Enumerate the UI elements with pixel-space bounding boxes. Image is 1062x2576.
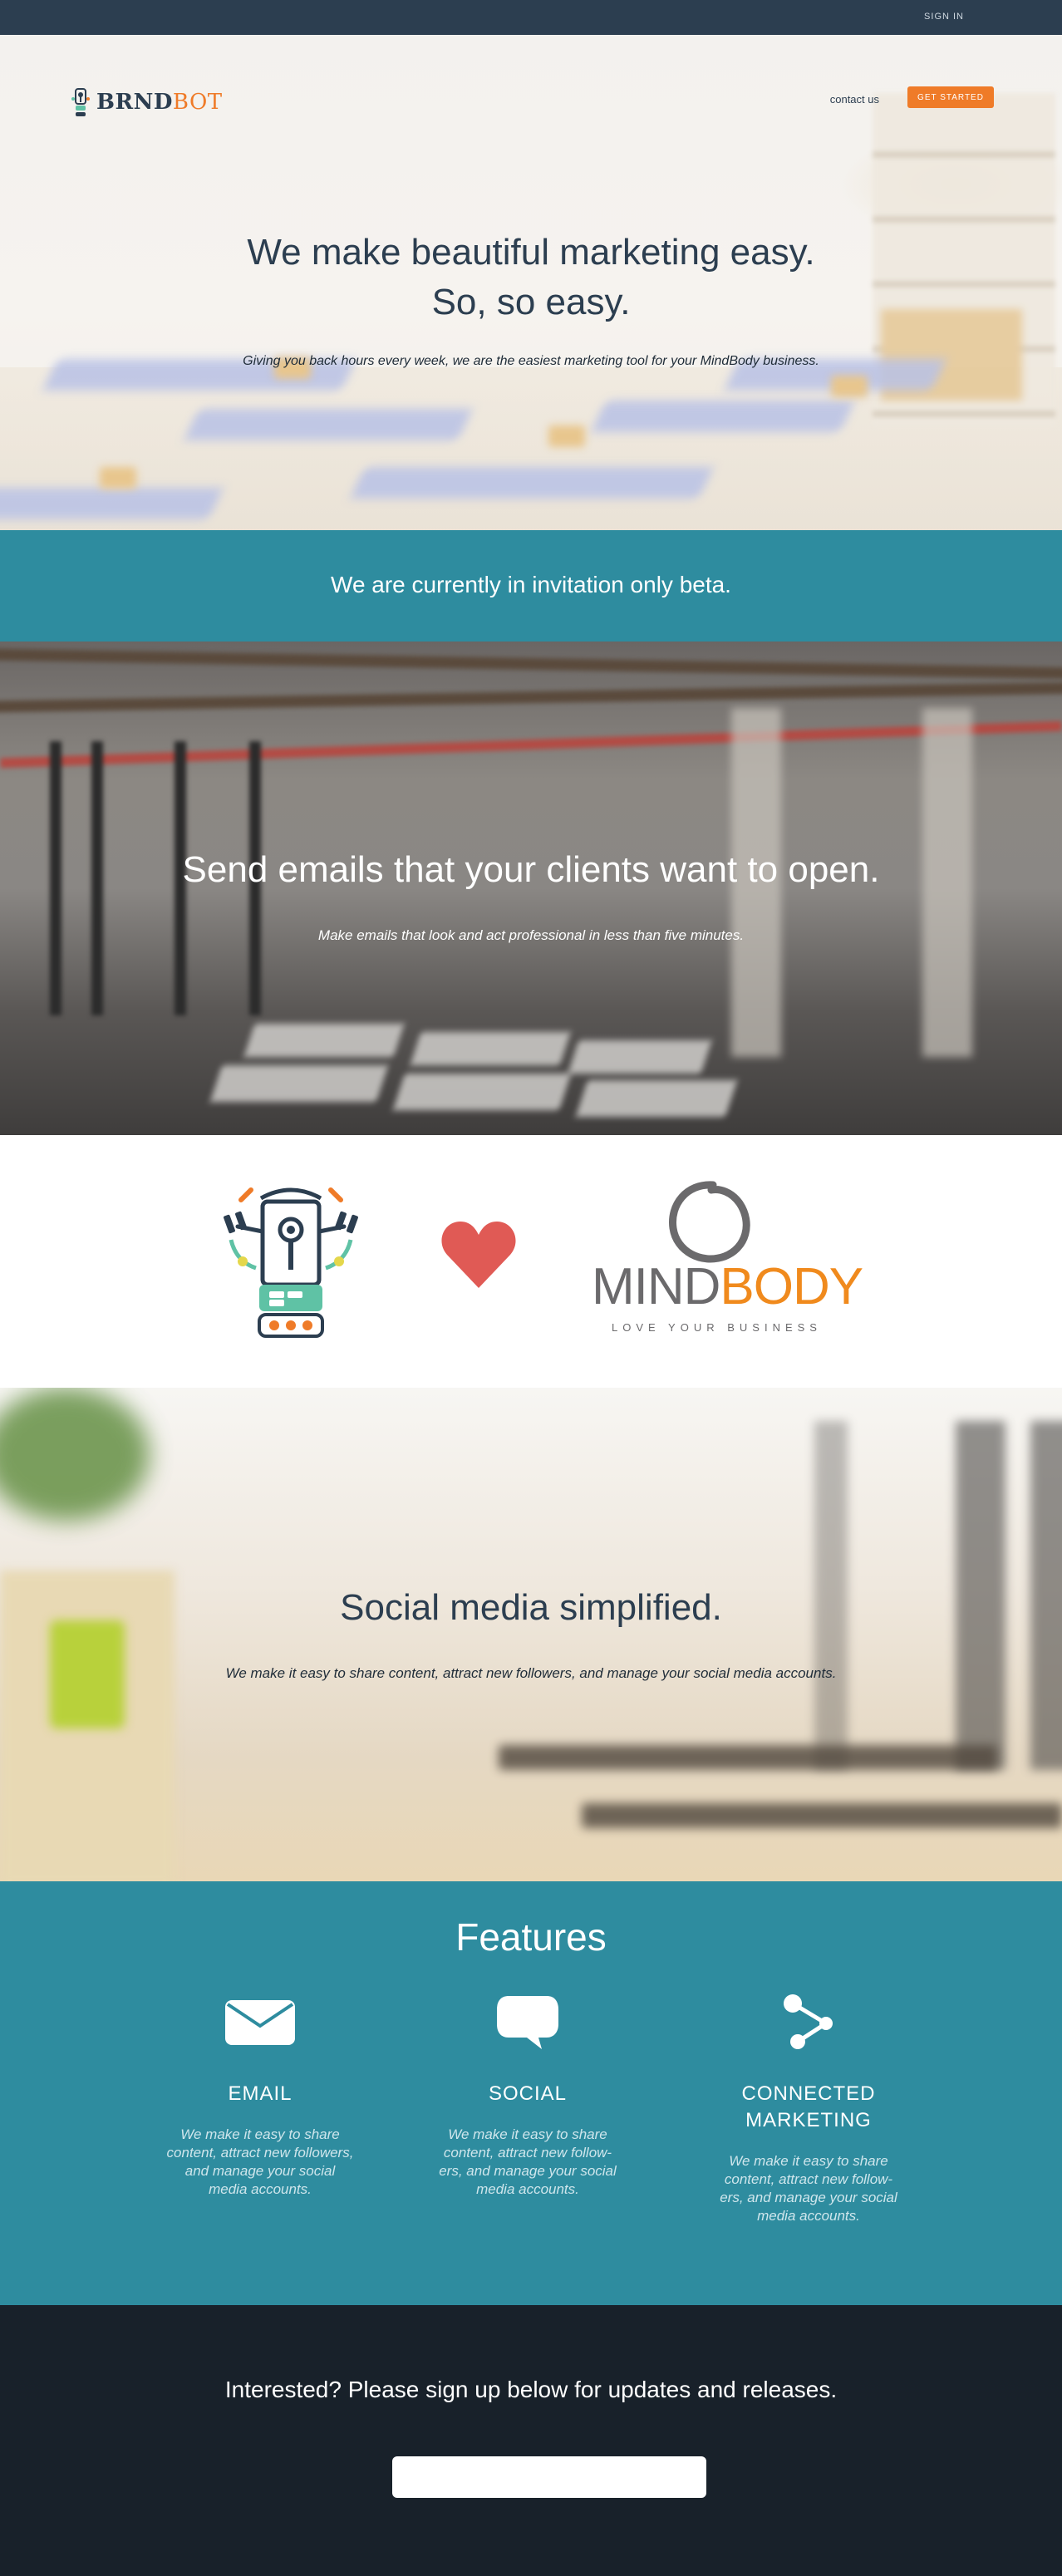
robot-logo-icon bbox=[71, 88, 90, 116]
features-title: Features bbox=[455, 1915, 607, 1959]
feature-connected-text: We make it easy to share content, attrac… bbox=[720, 2153, 897, 2224]
bench-decoration bbox=[499, 1745, 997, 1770]
wall-stripe-decoration bbox=[0, 720, 1062, 769]
hero-subtitle: Giving you back hours every week, we are… bbox=[243, 354, 819, 368]
top-utility-bar: SIGN IN bbox=[0, 0, 1062, 35]
feature-social-text: We make it easy to share content, attrac… bbox=[439, 2126, 617, 2197]
share-nodes-icon bbox=[784, 1994, 833, 2049]
social-section: Social media simplified. We make it easy… bbox=[0, 1388, 1062, 1881]
feature-connected-marketing: CONNECTED MARKETING We make it easy to s… bbox=[705, 1989, 912, 2225]
mindbody-body-text: BODY bbox=[720, 1258, 863, 1315]
sign-in-link[interactable]: SIGN IN bbox=[924, 12, 964, 22]
floor-tile-decoration bbox=[575, 1080, 738, 1117]
feature-social: SOCIAL We make it easy to share content,… bbox=[424, 1989, 632, 2199]
mindbody-mind-text: MIND bbox=[592, 1258, 720, 1315]
hero-title: We make beautiful marketing easy. So, so… bbox=[0, 228, 1062, 327]
floor-tile-decoration bbox=[243, 1024, 405, 1057]
feature-email-text: We make it easy to share content, attrac… bbox=[166, 2126, 354, 2197]
brndbot-logo[interactable]: BRNDBOT bbox=[71, 85, 223, 120]
floor-tile-decoration bbox=[209, 1065, 389, 1102]
yoga-block-decoration bbox=[831, 376, 868, 397]
floor-tile-decoration bbox=[392, 1074, 572, 1110]
beta-banner: We are currently in invitation only beta… bbox=[0, 530, 1062, 642]
beta-text: We are currently in invitation only beta… bbox=[331, 572, 731, 597]
features-section: Features EMAIL We make it easy to share … bbox=[0, 1881, 1062, 2305]
hero-section: BRNDBOT contact us GET STARTED We make b… bbox=[0, 35, 1062, 530]
signup-section: Interested? Please sign up below for upd… bbox=[0, 2305, 1062, 2576]
floor-tile-decoration bbox=[568, 1040, 712, 1074]
mindbody-wordmark: MINDBODY bbox=[592, 1261, 863, 1313]
yoga-mat-decoration bbox=[350, 467, 714, 499]
ceiling-beam-decoration bbox=[0, 681, 1062, 713]
logo-bold-text: BRND bbox=[96, 90, 173, 115]
speech-bubble-icon bbox=[497, 1996, 558, 2049]
heart-icon bbox=[441, 1222, 516, 1288]
mindbody-tagline: LOVE YOUR BUSINESS bbox=[612, 1321, 822, 1334]
feature-email: EMAIL We make it easy to share content, … bbox=[156, 1989, 364, 2199]
enso-circle-icon bbox=[669, 1181, 750, 1263]
emails-subtitle: Make emails that look and act profession… bbox=[317, 927, 745, 943]
get-started-button[interactable]: GET STARTED bbox=[907, 86, 994, 108]
email-signup-input[interactable] bbox=[392, 2456, 706, 2498]
logo-light-text: BOT bbox=[172, 90, 223, 115]
bench-decoration bbox=[582, 1803, 1062, 1828]
feature-connected-title: CONNECTED MARKETING bbox=[741, 2082, 876, 2131]
yoga-block-decoration bbox=[100, 467, 136, 489]
yoga-mat-decoration bbox=[591, 401, 855, 432]
yoga-block-decoration bbox=[548, 425, 585, 447]
hero-title-line-1: We make beautiful marketing easy. bbox=[247, 232, 815, 273]
partner-section: MINDBODY LOVE YOUR BUSINESS bbox=[0, 1135, 1062, 1388]
envelope-icon bbox=[225, 2000, 295, 2045]
signup-title: Interested? Please sign up below for upd… bbox=[224, 2377, 838, 2402]
yoga-mat-decoration bbox=[184, 409, 473, 440]
social-subtitle: We make it easy to share content, attrac… bbox=[225, 1665, 837, 1681]
hero-title-line-2: So, so easy. bbox=[431, 282, 631, 322]
yoga-mat-decoration bbox=[0, 488, 224, 519]
contact-us-link[interactable]: contact us bbox=[830, 93, 879, 106]
mindbody-logo: MINDBODY LOVE YOUR BUSINESS bbox=[592, 1178, 863, 1336]
brndbot-robot-icon bbox=[224, 1187, 358, 1338]
emails-section: Send emails that your clients want to op… bbox=[0, 642, 1062, 1135]
logo-wordmark: BRNDBOT bbox=[96, 90, 223, 115]
feature-social-title: SOCIAL bbox=[488, 2082, 568, 2105]
ceiling-beam-decoration bbox=[0, 648, 1062, 680]
floor-tile-decoration bbox=[410, 1032, 571, 1065]
feature-email-title: EMAIL bbox=[228, 2082, 293, 2105]
plant-decoration bbox=[0, 1388, 150, 1521]
social-title: Social media simplified. bbox=[340, 1587, 722, 1628]
emails-title: Send emails that your clients want to op… bbox=[182, 849, 880, 890]
